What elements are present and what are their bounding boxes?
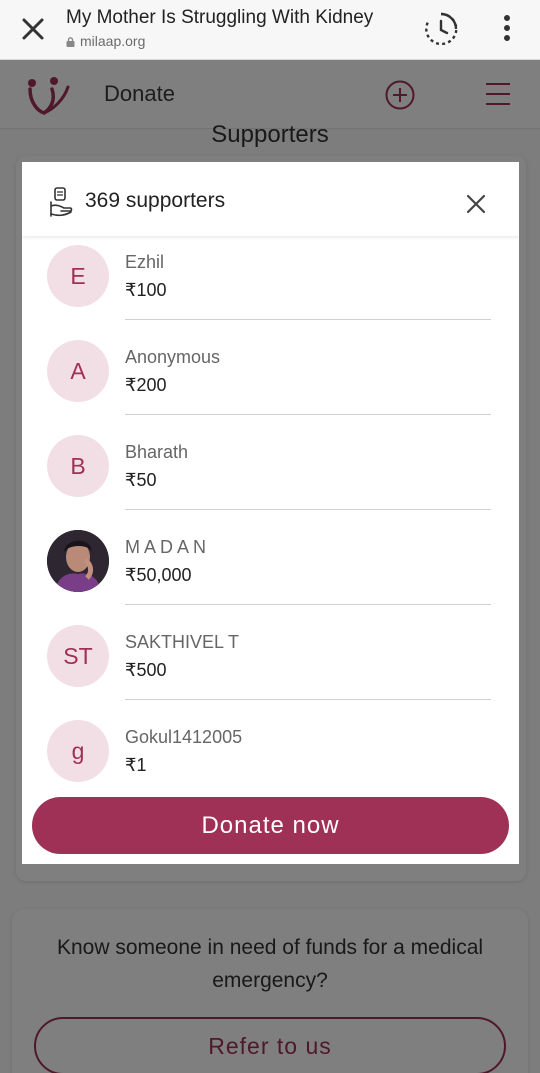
divider — [125, 319, 491, 320]
supporter-amount: ₹1 — [125, 755, 147, 775]
avatar-photo — [47, 530, 109, 592]
history-icon[interactable] — [420, 8, 462, 50]
page-title: My Mother Is Struggling With Kidney — [66, 7, 374, 28]
supporter-amount: ₹200 — [125, 375, 167, 395]
supporter-name: M A D A N — [125, 537, 207, 557]
avatar: g — [47, 720, 109, 782]
supporter-amount: ₹100 — [125, 280, 167, 300]
list-item: ST SAKTHIVEL T ₹500 — [22, 621, 519, 716]
avatar: A — [47, 340, 109, 402]
avatar: E — [47, 245, 109, 307]
supporter-name: Bharath — [125, 442, 189, 462]
divider — [125, 699, 491, 700]
url-text: milaap.org — [80, 33, 146, 49]
supporter-amount: ₹50 — [125, 470, 157, 490]
supporter-name: Anonymous — [125, 347, 221, 367]
modal-header: 369 supporters — [22, 162, 519, 236]
supporters-count: 369 supporters — [85, 189, 226, 212]
overflow-menu-icon[interactable] — [494, 12, 520, 46]
supporter-amount: ₹500 — [125, 660, 167, 680]
list-item: g Gokul1412005 ₹1 — [22, 716, 519, 786]
profile-photo-icon — [47, 530, 109, 592]
avatar: ST — [47, 625, 109, 687]
lock-icon — [66, 37, 75, 47]
divider — [125, 604, 491, 605]
list-item: B Bharath ₹50 — [22, 431, 519, 526]
browser-toolbar: My Mother Is Struggling With Kidney mila… — [0, 0, 540, 60]
supporter-name: Ezhil — [125, 252, 165, 272]
close-tab-icon[interactable] — [14, 10, 52, 48]
donate-now-button[interactable]: Donate now — [32, 797, 509, 854]
list-item: E Ezhil ₹100 — [22, 241, 519, 336]
avatar: B — [47, 435, 109, 497]
list-item: M A D A N ₹50,000 — [22, 526, 519, 621]
supporter-name: Gokul1412005 — [125, 727, 243, 747]
supporter-name: SAKTHIVEL T — [125, 632, 240, 652]
divider — [125, 509, 491, 510]
supporters-modal: 369 supporters E Ezhil ₹100 A Anonymous … — [22, 162, 519, 864]
supporters-list[interactable]: E Ezhil ₹100 A Anonymous ₹200 B Bharath … — [22, 236, 519, 786]
divider — [125, 414, 491, 415]
url-bar[interactable]: milaap.org — [66, 33, 145, 49]
list-item: A Anonymous ₹200 — [22, 336, 519, 431]
close-icon[interactable] — [463, 191, 489, 217]
supporter-amount: ₹50,000 — [125, 565, 192, 585]
donation-hand-icon — [50, 187, 73, 217]
